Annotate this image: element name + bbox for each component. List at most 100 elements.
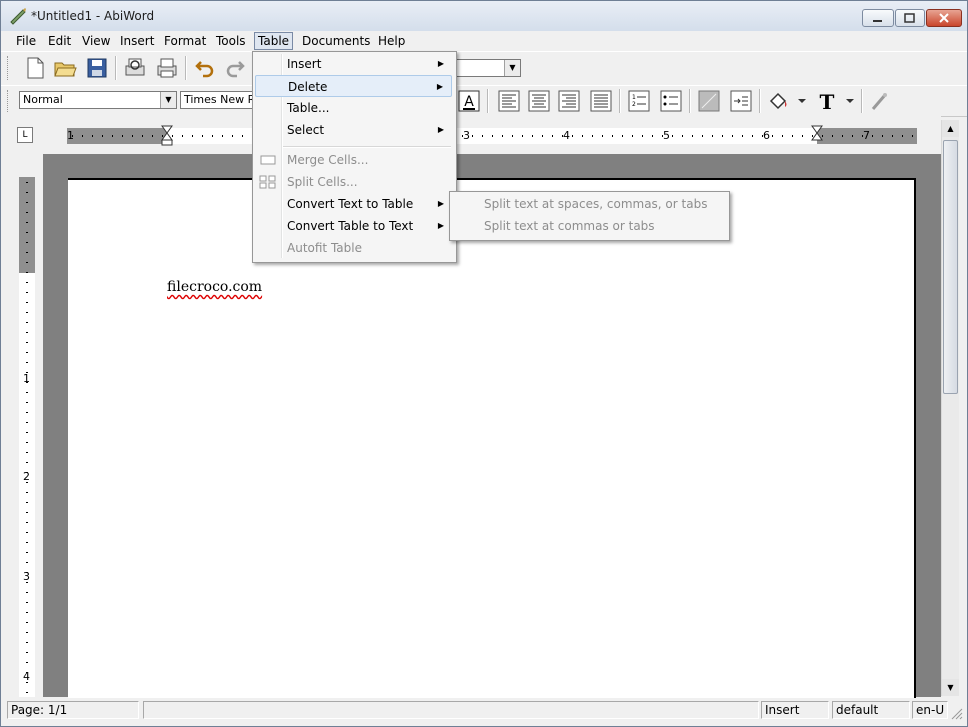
ruler-tick xyxy=(26,622,28,623)
font-select[interactable]: Times New Ro xyxy=(180,91,260,109)
submenu-split-commas-tabs[interactable]: Split text at commas or tabs xyxy=(484,215,655,237)
close-button[interactable] xyxy=(926,9,962,27)
vertical-scrollbar[interactable]: ▲ ▼ xyxy=(941,120,959,696)
align-left-icon[interactable] xyxy=(497,89,521,113)
menu-table[interactable]: Table xyxy=(254,32,294,50)
maximize-button[interactable] xyxy=(895,9,925,27)
ruler-tick xyxy=(26,582,28,583)
ruler-tick xyxy=(26,652,28,653)
align-right-icon[interactable] xyxy=(557,89,581,113)
align-justify-icon[interactable] xyxy=(589,89,613,113)
chevron-down-icon[interactable] xyxy=(797,89,807,113)
abiword-window: *Untitled1 - AbiWord File Edit View Inse… xyxy=(0,0,968,727)
align-center-icon[interactable] xyxy=(527,89,551,113)
ruler-tick xyxy=(872,135,873,137)
redo-icon[interactable] xyxy=(223,56,247,80)
scroll-down-icon[interactable]: ▼ xyxy=(942,679,959,696)
document-text[interactable]: filecroco.com xyxy=(167,279,262,295)
ruler-tick xyxy=(632,135,633,137)
ruler-tick xyxy=(812,135,813,137)
document-page[interactable] xyxy=(68,178,916,698)
table-menu-autofit-table[interactable]: Autofit Table xyxy=(255,237,452,259)
menu-item-label: Merge Cells... xyxy=(287,153,369,167)
svg-text:2: 2 xyxy=(632,101,636,108)
menu-view[interactable]: View xyxy=(79,33,113,49)
table-menu-table[interactable]: Table... xyxy=(255,97,452,119)
ruler-tick xyxy=(202,135,203,137)
table-menu-convert-table-to-text[interactable]: Convert Table to Text ▶ xyxy=(255,215,452,237)
ruler-tick xyxy=(26,462,28,463)
ruler-tick xyxy=(26,262,28,263)
tab-stop-selector[interactable]: L xyxy=(17,127,33,143)
ruler-tick xyxy=(912,135,913,137)
ruler-tick xyxy=(752,135,753,137)
bullet-list-icon[interactable] xyxy=(659,89,683,113)
ruler-tick xyxy=(26,532,28,533)
chevron-down-icon[interactable]: ▼ xyxy=(160,92,176,108)
table-menu-convert-text-to-table[interactable]: Convert Text to Table ▶ xyxy=(255,193,452,215)
resize-grip-icon[interactable] xyxy=(949,706,963,720)
title-bar[interactable]: *Untitled1 - AbiWord xyxy=(1,1,967,31)
menu-item-label: Delete xyxy=(288,80,328,94)
minimize-button[interactable] xyxy=(862,9,894,27)
ruler-tick xyxy=(26,182,28,183)
vertical-ruler[interactable]: 1 2 3 4 xyxy=(19,177,35,697)
svg-text:A: A xyxy=(464,94,474,110)
submenu-split-spaces-commas-tabs[interactable]: Split text at spaces, commas, or tabs xyxy=(484,193,707,215)
new-document-icon[interactable] xyxy=(23,56,47,80)
text-color-icon[interactable]: A xyxy=(457,89,481,113)
minimize-icon xyxy=(873,20,882,22)
toolbar-grip[interactable] xyxy=(7,90,11,112)
numbered-list-icon[interactable]: 12 xyxy=(627,89,651,113)
insert-image-icon[interactable] xyxy=(697,89,721,113)
menu-format[interactable]: Format xyxy=(161,33,209,49)
ruler-tick xyxy=(26,322,28,323)
close-icon xyxy=(939,13,949,23)
horizontal-ruler[interactable]: 1 3 4 5 6 7 xyxy=(67,125,917,146)
menu-bar: File Edit View Insert Format Tools Table… xyxy=(1,31,967,51)
style-select[interactable]: Normal ▼ xyxy=(19,91,177,109)
menu-item-label: Table... xyxy=(287,101,330,115)
menu-documents[interactable]: Documents xyxy=(299,33,373,49)
ruler-tick xyxy=(26,372,28,373)
menu-help[interactable]: Help xyxy=(375,33,408,49)
table-menu-insert[interactable]: Insert ▶ xyxy=(255,53,452,75)
ruler-tick xyxy=(26,682,28,683)
scrollbar-thumb[interactable] xyxy=(943,140,958,394)
menu-file[interactable]: File xyxy=(13,33,39,49)
maximize-icon xyxy=(904,13,915,23)
menu-edit[interactable]: Edit xyxy=(45,33,74,49)
table-menu-split-cells[interactable]: Split Cells... xyxy=(255,171,452,193)
text-font-icon[interactable]: T xyxy=(815,89,839,113)
undo-icon[interactable] xyxy=(193,56,217,80)
ruler-tick xyxy=(26,502,28,503)
ruler-tick xyxy=(582,135,583,137)
menu-tools[interactable]: Tools xyxy=(213,33,249,49)
ruler-tick xyxy=(26,452,28,453)
save-icon[interactable] xyxy=(85,56,109,80)
ruler-tick xyxy=(26,272,28,273)
fill-color-icon[interactable] xyxy=(767,89,791,113)
ruler-tick xyxy=(622,135,623,137)
print-icon[interactable] xyxy=(155,56,179,80)
chevron-down-icon[interactable] xyxy=(845,89,855,113)
ruler-tick xyxy=(26,302,28,303)
menu-insert[interactable]: Insert xyxy=(117,33,157,49)
ruler-tick xyxy=(702,135,703,137)
pen-icon[interactable] xyxy=(867,89,891,113)
scroll-up-icon[interactable]: ▲ xyxy=(942,120,959,137)
open-folder-icon[interactable] xyxy=(53,56,77,80)
toolbar-grip[interactable] xyxy=(7,56,11,80)
print-preview-icon[interactable] xyxy=(123,56,147,80)
ruler-tick xyxy=(26,692,28,693)
ruler-tick xyxy=(822,135,823,137)
chevron-down-icon[interactable]: ▼ xyxy=(504,60,520,76)
ruler-tick xyxy=(612,135,613,137)
indent-icon[interactable] xyxy=(729,89,753,113)
svg-text:T: T xyxy=(820,90,835,113)
table-menu-select[interactable]: Select ▶ xyxy=(255,119,452,141)
format-toolbar: Normal ▼ Times New Ro A 12 T xyxy=(1,85,967,117)
table-menu-delete[interactable]: Delete ▶ xyxy=(255,75,452,97)
ruler-tick xyxy=(222,135,223,137)
table-menu-merge-cells[interactable]: Merge Cells... xyxy=(255,149,452,171)
